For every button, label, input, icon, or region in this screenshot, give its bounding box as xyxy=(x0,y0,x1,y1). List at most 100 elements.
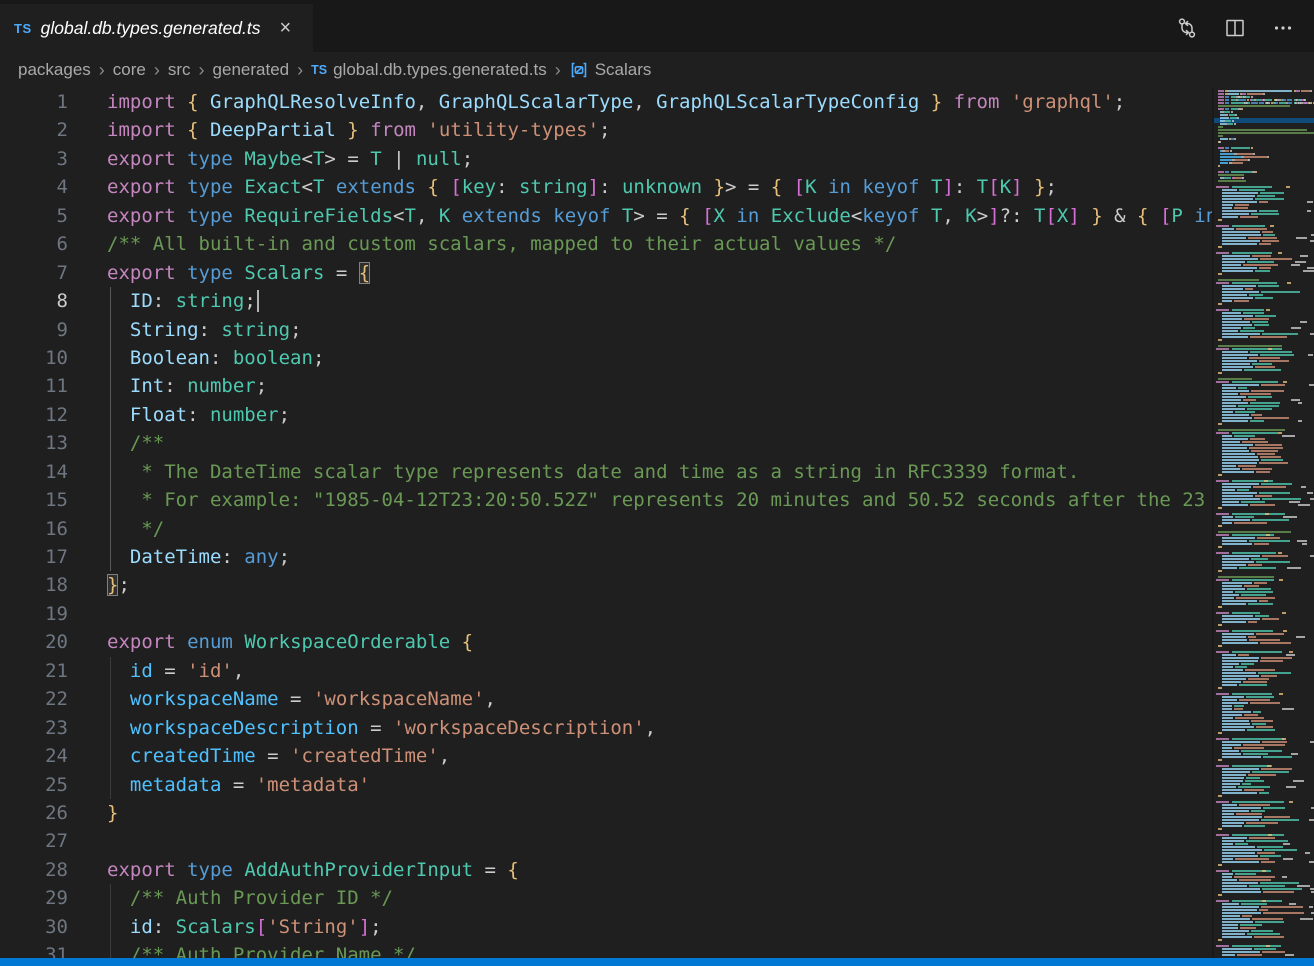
code-line[interactable]: 1import { GraphQLResolveInfo, GraphQLSca… xyxy=(0,88,1212,116)
line-number[interactable]: 8 xyxy=(0,287,68,315)
code-line[interactable]: 9 String: string; xyxy=(0,316,1212,344)
line-number[interactable]: 29 xyxy=(0,884,68,912)
line-content[interactable]: workspaceDescription = 'workspaceDescrip… xyxy=(68,714,1212,742)
breadcrumb-item-generated[interactable]: generated xyxy=(213,60,290,80)
line-content[interactable]: id = 'id', xyxy=(68,657,1212,685)
code-line[interactable]: 17 DateTime: any; xyxy=(0,543,1212,571)
code-line[interactable]: 23 workspaceDescription = 'workspaceDesc… xyxy=(0,714,1212,742)
line-number[interactable]: 18 xyxy=(0,571,68,599)
line-content[interactable]: createdTime = 'createdTime', xyxy=(68,742,1212,770)
code-line[interactable]: 5export type RequireFields<T, K extends … xyxy=(0,202,1212,230)
line-number[interactable]: 19 xyxy=(0,600,68,628)
line-number[interactable]: 10 xyxy=(0,344,68,372)
code-line[interactable]: 3export type Maybe<T> = T | null; xyxy=(0,145,1212,173)
line-content[interactable]: import { DeepPartial } from 'utility-typ… xyxy=(68,116,1212,144)
line-content[interactable]: /** All built-in and custom scalars, map… xyxy=(68,230,1212,258)
line-number[interactable]: 15 xyxy=(0,486,68,514)
line-number[interactable]: 24 xyxy=(0,742,68,770)
breadcrumb-item-src[interactable]: src xyxy=(168,60,191,80)
line-content[interactable]: DateTime: any; xyxy=(68,543,1212,571)
code-line[interactable]: 8 ID: string; xyxy=(0,287,1212,315)
line-number[interactable]: 23 xyxy=(0,714,68,742)
line-number[interactable]: 11 xyxy=(0,372,68,400)
code-line[interactable]: 15 * For example: "1985-04-12T23:20:50.5… xyxy=(0,486,1212,514)
tab-global-db-types[interactable]: TS global.db.types.generated.ts × xyxy=(0,4,313,52)
line-number[interactable]: 2 xyxy=(0,116,68,144)
close-icon[interactable]: × xyxy=(280,18,292,38)
line-content[interactable]: workspaceName = 'workspaceName', xyxy=(68,685,1212,713)
line-content[interactable]: import { GraphQLResolveInfo, GraphQLScal… xyxy=(68,88,1212,116)
line-number[interactable]: 9 xyxy=(0,316,68,344)
line-content[interactable]: export type RequireFields<T, K extends k… xyxy=(68,202,1212,230)
line-content[interactable]: } xyxy=(68,799,1212,827)
line-number[interactable]: 1 xyxy=(0,88,68,116)
breadcrumb-item-packages[interactable]: packages xyxy=(18,60,91,80)
line-content[interactable]: export type Scalars = { xyxy=(68,259,1212,287)
line-content[interactable] xyxy=(68,827,1212,855)
line-content[interactable]: /** Auth Provider Name */ xyxy=(68,941,1212,958)
line-number[interactable]: 16 xyxy=(0,515,68,543)
line-number[interactable]: 3 xyxy=(0,145,68,173)
line-number[interactable]: 4 xyxy=(0,173,68,201)
line-number[interactable]: 21 xyxy=(0,657,68,685)
line-number[interactable]: 13 xyxy=(0,429,68,457)
code-line[interactable]: 18}; xyxy=(0,571,1212,599)
line-content[interactable]: ID: string; xyxy=(68,287,1212,315)
line-content[interactable]: String: string; xyxy=(68,316,1212,344)
code-line[interactable]: 29 /** Auth Provider ID */ xyxy=(0,884,1212,912)
line-content[interactable]: id: Scalars['String']; xyxy=(68,913,1212,941)
code-line[interactable]: 13 /** xyxy=(0,429,1212,457)
code-line[interactable]: 19 xyxy=(0,600,1212,628)
line-content[interactable]: /** Auth Provider ID */ xyxy=(68,884,1212,912)
code-line[interactable]: 4export type Exact<T extends { [key: str… xyxy=(0,173,1212,201)
line-number[interactable]: 28 xyxy=(0,856,68,884)
code-line[interactable]: 28export type AddAuthProviderInput = { xyxy=(0,856,1212,884)
more-actions-button[interactable] xyxy=(1266,11,1300,45)
line-number[interactable]: 7 xyxy=(0,259,68,287)
line-content[interactable]: Int: number; xyxy=(68,372,1212,400)
line-content[interactable]: */ xyxy=(68,515,1212,543)
line-number[interactable]: 12 xyxy=(0,401,68,429)
code-line[interactable]: 30 id: Scalars['String']; xyxy=(0,913,1212,941)
line-content[interactable]: /** xyxy=(68,429,1212,457)
code-line[interactable]: 12 Float: number; xyxy=(0,401,1212,429)
line-number[interactable]: 14 xyxy=(0,458,68,486)
line-content[interactable]: metadata = 'metadata' xyxy=(68,771,1212,799)
line-content[interactable]: * For example: "1985-04-12T23:20:50.52Z"… xyxy=(68,486,1212,514)
line-content[interactable]: Boolean: boolean; xyxy=(68,344,1212,372)
code-line[interactable]: 22 workspaceName = 'workspaceName', xyxy=(0,685,1212,713)
line-content[interactable]: export type Exact<T extends { [key: stri… xyxy=(68,173,1212,201)
split-editor-button[interactable] xyxy=(1218,11,1252,45)
line-number[interactable]: 22 xyxy=(0,685,68,713)
line-number[interactable]: 25 xyxy=(0,771,68,799)
line-number[interactable]: 20 xyxy=(0,628,68,656)
breadcrumb-item-symbol[interactable]: Scalars xyxy=(569,60,652,80)
code-line[interactable]: 24 createdTime = 'createdTime', xyxy=(0,742,1212,770)
line-number[interactable]: 5 xyxy=(0,202,68,230)
code-line[interactable]: 27 xyxy=(0,827,1212,855)
minimap[interactable] xyxy=(1212,88,1314,958)
line-content[interactable]: * The DateTime scalar type represents da… xyxy=(68,458,1212,486)
open-changes-button[interactable] xyxy=(1170,11,1204,45)
line-number[interactable]: 30 xyxy=(0,913,68,941)
code-line[interactable]: 6/** All built-in and custom scalars, ma… xyxy=(0,230,1212,258)
line-content[interactable]: }; xyxy=(68,571,1212,599)
line-content[interactable] xyxy=(68,600,1212,628)
code-line[interactable]: 20export enum WorkspaceOrderable { xyxy=(0,628,1212,656)
line-number[interactable]: 26 xyxy=(0,799,68,827)
code-line[interactable]: 26} xyxy=(0,799,1212,827)
code-line[interactable]: 7export type Scalars = { xyxy=(0,259,1212,287)
line-content[interactable]: Float: number; xyxy=(68,401,1212,429)
code-line[interactable]: 16 */ xyxy=(0,515,1212,543)
code-line[interactable]: 10 Boolean: boolean; xyxy=(0,344,1212,372)
line-number[interactable]: 17 xyxy=(0,543,68,571)
breadcrumb-item-core[interactable]: core xyxy=(113,60,146,80)
code-line[interactable]: 31 /** Auth Provider Name */ xyxy=(0,941,1212,958)
code-line[interactable]: 2import { DeepPartial } from 'utility-ty… xyxy=(0,116,1212,144)
line-content[interactable]: export type Maybe<T> = T | null; xyxy=(68,145,1212,173)
line-number[interactable]: 31 xyxy=(0,941,68,958)
line-content[interactable]: export enum WorkspaceOrderable { xyxy=(68,628,1212,656)
line-content[interactable]: export type AddAuthProviderInput = { xyxy=(68,856,1212,884)
line-number[interactable]: 6 xyxy=(0,230,68,258)
code-line[interactable]: 11 Int: number; xyxy=(0,372,1212,400)
